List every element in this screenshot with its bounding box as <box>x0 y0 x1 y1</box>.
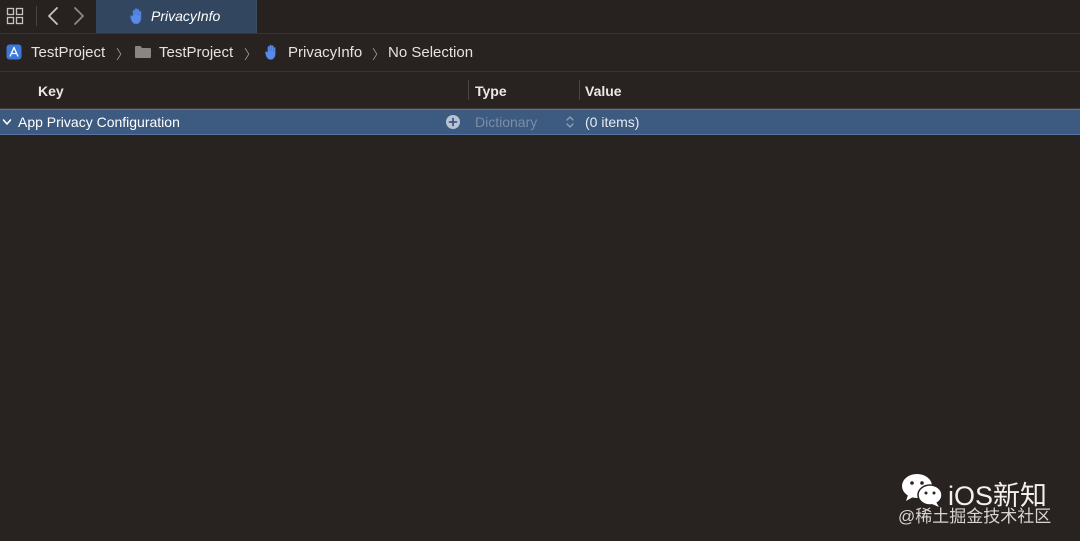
hand-raised-icon <box>265 44 276 60</box>
column-divider[interactable] <box>579 80 580 100</box>
table-row[interactable]: App Privacy Configuration Dictionary (0 … <box>0 109 1080 135</box>
table-header: Key Type Value <box>0 72 1080 109</box>
breadcrumb-item-selection[interactable]: No Selection <box>388 44 473 61</box>
breadcrumb-item-folder[interactable]: TestProject <box>159 44 233 61</box>
folder-icon <box>135 46 151 58</box>
grid-icon[interactable] <box>6 7 24 25</box>
column-divider[interactable] <box>468 80 469 100</box>
tab-label: PrivacyInfo <box>151 8 221 24</box>
type-popup-stepper-icon[interactable] <box>565 114 575 130</box>
hand-raised-icon <box>130 8 142 25</box>
tab-privacyinfo[interactable]: PrivacyInfo <box>96 0 257 33</box>
watermark-subtitle: @稀土掘金技术社区 <box>898 507 1052 526</box>
add-item-icon[interactable] <box>445 114 461 130</box>
breadcrumb-separator: 〉 <box>116 47 130 62</box>
column-header-type[interactable]: Type <box>475 83 507 99</box>
breadcrumb-separator: 〉 <box>244 47 258 62</box>
row-type[interactable]: Dictionary <box>475 114 537 130</box>
tab-bar: PrivacyInfo <box>0 0 1080 34</box>
chevron-right-icon[interactable] <box>72 5 86 27</box>
row-key[interactable]: App Privacy Configuration <box>18 114 180 130</box>
row-value[interactable]: (0 items) <box>585 114 639 130</box>
breadcrumb: TestProject 〉 TestProject 〉 PrivacyInfo … <box>0 34 1080 72</box>
app-project-icon <box>6 44 22 60</box>
column-header-key[interactable]: Key <box>38 83 64 99</box>
xcode-property-list-editor: PrivacyInfo TestProject 〉 TestProject 〉 … <box>0 0 1080 541</box>
disclosure-chevron-down-icon[interactable] <box>2 117 12 127</box>
column-header-value[interactable]: Value <box>585 83 622 99</box>
breadcrumb-separator: 〉 <box>372 47 386 62</box>
breadcrumb-item-file[interactable]: PrivacyInfo <box>288 44 362 61</box>
breadcrumb-item-project[interactable]: TestProject <box>31 44 105 61</box>
chevron-left-icon[interactable] <box>46 5 60 27</box>
toolbar-divider <box>36 6 37 26</box>
